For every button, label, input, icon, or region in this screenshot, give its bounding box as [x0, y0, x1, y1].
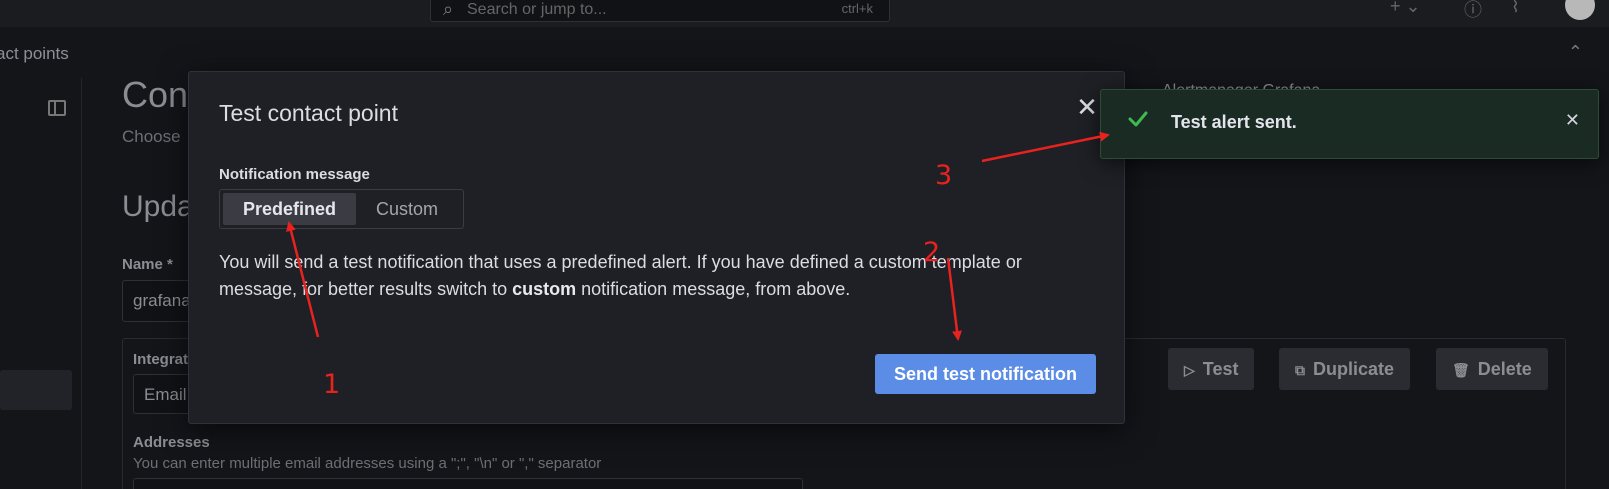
duplicate-button[interactable]: ⧉ Duplicate	[1279, 348, 1411, 390]
addresses-label: Addresses	[133, 434, 210, 451]
notification-message-toggle: Predefined Custom	[219, 189, 464, 229]
description-bold: custom	[512, 279, 577, 299]
breadcrumb[interactable]: act points	[0, 44, 69, 64]
name-value: grafana	[133, 291, 191, 310]
left-nav	[0, 78, 82, 489]
page-title: Con	[122, 74, 189, 115]
play-icon: ▷	[1184, 362, 1195, 378]
user-avatar[interactable]	[1565, 0, 1595, 20]
search-icon: ⌕	[443, 0, 454, 19]
annotation-label-3: 3	[935, 160, 953, 191]
add-menu-icon[interactable]: + ⌄	[1390, 0, 1421, 17]
check-icon	[1128, 111, 1148, 127]
chevron-up-icon[interactable]: ⌃	[1568, 42, 1583, 63]
search-input[interactable]: ⌕ Search or jump to... ctrl+k	[430, 0, 890, 22]
breadcrumb-bar: act points ⌃	[0, 38, 1609, 70]
test-button-label: Test	[1202, 359, 1239, 379]
dock-menu-icon[interactable]	[48, 100, 66, 116]
news-icon[interactable]: ⌇	[1511, 0, 1520, 17]
duplicate-button-label: Duplicate	[1313, 359, 1395, 379]
page-subtitle: Choose	[122, 127, 181, 146]
close-icon[interactable]: ✕	[1074, 94, 1100, 120]
search-shortcut: ctrl+k	[841, 1, 873, 16]
delete-button[interactable]: 🗑 Delete	[1436, 348, 1548, 390]
toast-close-icon[interactable]: ✕	[1565, 110, 1580, 131]
annotation-label-2: 2	[923, 237, 941, 268]
name-label: Name *	[122, 256, 173, 273]
annotation-label-1: 1	[323, 369, 341, 400]
integration-label: Integrat	[133, 351, 189, 368]
description-text-end: notification message, from above.	[576, 279, 851, 299]
trash-icon: 🗑	[1452, 362, 1470, 378]
modal-title: Test contact point	[219, 100, 398, 126]
modal-description: You will send a test notification that u…	[219, 249, 1089, 303]
addresses-help: You can enter multiple email addresses u…	[133, 455, 602, 472]
copy-icon: ⧉	[1295, 362, 1305, 378]
notification-message-label: Notification message	[219, 166, 370, 183]
toast-message: Test alert sent.	[1171, 112, 1297, 132]
top-bar: ⌕ Search or jump to... ctrl+k + ⌄ ⓘ ⌇	[0, 0, 1609, 27]
option-custom[interactable]: Custom	[356, 193, 458, 225]
integration-value: Email	[144, 385, 187, 404]
success-toast: Test alert sent. ✕	[1100, 89, 1599, 159]
option-predefined[interactable]: Predefined	[223, 193, 357, 225]
send-test-notification-button[interactable]: Send test notification	[875, 354, 1096, 394]
section-title: Upda	[122, 190, 194, 223]
search-placeholder: Search or jump to...	[467, 1, 607, 18]
delete-button-label: Delete	[1477, 359, 1532, 379]
test-button[interactable]: ▷ Test	[1168, 348, 1255, 390]
help-icon[interactable]: ⓘ	[1464, 0, 1482, 22]
addresses-field[interactable]	[133, 478, 803, 489]
nav-item-active[interactable]	[0, 370, 72, 410]
